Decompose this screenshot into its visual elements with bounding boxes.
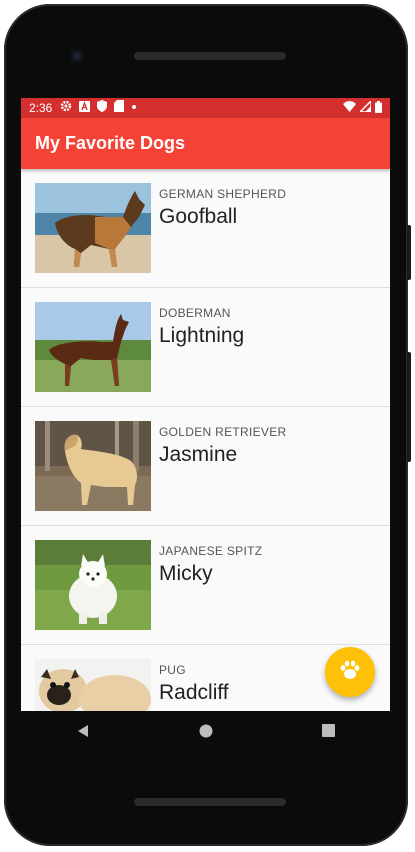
dog-name: Micky [159, 562, 213, 585]
sd-card-icon [114, 100, 125, 116]
paw-icon [339, 660, 361, 685]
status-bar: 2:36 [21, 98, 390, 118]
system-nav-bar [21, 711, 390, 755]
recents-icon[interactable] [322, 724, 336, 742]
power-button [407, 352, 411, 462]
breed-label: GOLDEN RETRIEVER [159, 425, 287, 439]
doberman-photo [35, 302, 151, 392]
breed-label: GERMAN SHEPHERD [159, 187, 287, 201]
status-time: 2:36 [29, 101, 53, 115]
golden-retriever-photo [35, 421, 151, 511]
japanese-spitz-photo [35, 540, 151, 630]
breed-label: JAPANESE SPITZ [159, 544, 263, 558]
dog-name: Goofball [159, 205, 238, 228]
app-bar: My Favorite Dogs [21, 118, 390, 169]
app-title: My Favorite Dogs [35, 133, 186, 153]
settings-icon [60, 100, 72, 116]
list-item[interactable]: JAPANESE SPITZ Micky [21, 526, 390, 645]
list-item[interactable]: GERMAN SHEPHERD Goofball [21, 169, 390, 288]
dog-name: Radcliff [159, 681, 229, 704]
breed-label: DOBERMAN [159, 306, 231, 320]
shield-icon [97, 100, 108, 116]
pug-photo [35, 659, 151, 711]
dog-name: Lightning [159, 324, 245, 347]
dog-list: GERMAN SHEPHERD Goofball DOBERMAN Lightn… [21, 169, 390, 711]
dog-name: Jasmine [159, 443, 238, 466]
dot-icon [131, 102, 137, 114]
volume-button [407, 225, 411, 280]
font-icon [79, 100, 91, 116]
front-camera [70, 49, 84, 63]
paw-fab-button[interactable] [325, 647, 375, 697]
back-icon[interactable] [76, 724, 90, 743]
german-shepherd-photo [35, 183, 151, 273]
top-speaker [134, 52, 286, 60]
home-icon[interactable] [199, 724, 213, 743]
wifi-icon [343, 101, 356, 115]
list-item[interactable]: GOLDEN RETRIEVER Jasmine [21, 407, 390, 526]
battery-icon [375, 100, 382, 116]
signal-icon [358, 99, 372, 115]
bottom-speaker [134, 798, 286, 806]
breed-label: PUG [159, 663, 186, 677]
list-item[interactable]: DOBERMAN Lightning [21, 288, 390, 407]
screen: 2:36 My Favorite Dogs GERMAN SHEPHERD Go… [21, 98, 390, 711]
